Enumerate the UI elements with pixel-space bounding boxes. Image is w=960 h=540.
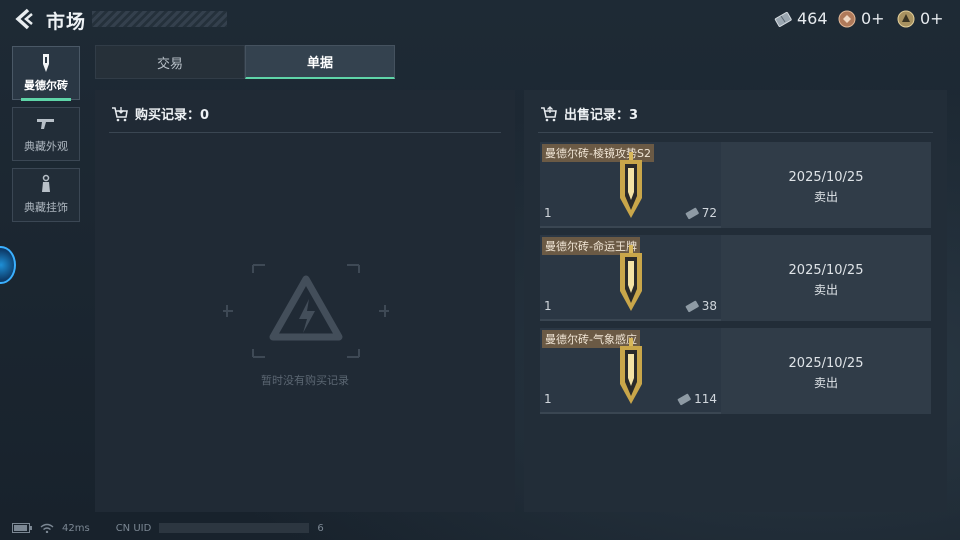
sidebar-item-label: 典藏挂饰: [24, 201, 68, 214]
ticket-icon: [677, 393, 691, 406]
purchase-records-header: 购买记录：0: [111, 104, 209, 123]
sale-date: 2025/10/25: [788, 356, 864, 371]
sale-date: 2025/10/25: [788, 263, 864, 278]
item-price: 114: [677, 392, 717, 406]
item-thumbnail: 曼德尔砖-气象感应 1 114: [540, 328, 721, 414]
sale-record-card[interactable]: 曼德尔砖-棱镜攻势S2 1 72 2025/10/25 卖出: [540, 142, 931, 228]
status-footer: 42ms CN UID 6: [12, 521, 324, 535]
back-arrow-icon: [15, 8, 33, 30]
coin-icon: [897, 10, 915, 27]
brick-icon: [43, 54, 49, 72]
sale-records-title: 出售记录：3: [564, 108, 639, 123]
sidebar-item-label: 典藏外观: [24, 140, 68, 153]
sale-status: 卖出: [813, 376, 838, 390]
item-price: 38: [685, 299, 717, 313]
tab-trade[interactable]: 交易: [95, 45, 245, 79]
sidebar-item-mandel-brick[interactable]: 曼德尔砖: [12, 46, 80, 101]
battery-icon: [12, 523, 32, 533]
uid-tail: 6: [317, 522, 324, 534]
price-value: 38: [701, 299, 717, 313]
item-quantity: 1: [544, 299, 552, 313]
ticket-icon: [685, 207, 699, 220]
empty-state-logo-icon: [223, 264, 389, 358]
currency-value: 0+: [861, 9, 885, 28]
sale-info: 2025/10/25 卖出: [721, 142, 931, 228]
sale-record-card[interactable]: 曼德尔砖-气象感应 1 114 2025/10/25 卖出: [540, 328, 931, 414]
mandel-brick-icon: [620, 245, 642, 311]
sale-records-header: 出售记录：3: [540, 104, 638, 123]
sale-status: 卖出: [813, 190, 838, 204]
uid-label: CN UID: [115, 522, 152, 534]
item-quantity: 1: [544, 206, 552, 220]
currency-medals[interactable]: 0+: [838, 9, 885, 28]
purchase-records-title: 购买记录：0: [135, 108, 210, 123]
tab-bar: 交易 单据: [95, 45, 395, 79]
page-title: 市场: [46, 11, 87, 33]
medal-icon: [838, 10, 856, 27]
item-price: 72: [685, 206, 717, 220]
item-thumbnail: 曼德尔砖-棱镜攻势S2 1 72: [540, 142, 721, 228]
top-bar: 市场 464 0+ 0+: [0, 0, 960, 38]
sale-status: 卖出: [813, 283, 838, 297]
sidebar-item-collection-charms[interactable]: 典藏挂饰: [12, 168, 80, 222]
currency-value: 0+: [920, 9, 944, 28]
purchase-records-panel: 购买记录：0 暂时没有购买记录: [95, 90, 515, 512]
price-value: 114: [694, 392, 717, 406]
gun-icon: [37, 119, 54, 129]
sale-info: 2025/10/25 卖出: [721, 328, 931, 414]
divider: [109, 132, 501, 133]
charm-icon: [42, 174, 50, 192]
item-quantity: 1: [544, 392, 552, 406]
sidebar-item-label: 曼德尔砖: [24, 79, 68, 92]
sale-info: 2025/10/25 卖出: [721, 235, 931, 321]
uid-redacted: [159, 523, 310, 533]
tab-orders[interactable]: 单据: [245, 45, 395, 79]
title-decoration: [92, 11, 227, 27]
empty-state-text: 暂时没有购买记录: [261, 374, 349, 387]
currency-tickets[interactable]: 464: [774, 9, 828, 28]
currency-value: 464: [797, 9, 828, 28]
price-value: 72: [701, 206, 717, 220]
item-thumbnail: 曼德尔砖-命运王牌 1 38: [540, 235, 721, 321]
sale-record-card[interactable]: 曼德尔砖-命运王牌 1 38 2025/10/25 卖出: [540, 235, 931, 321]
ticket-icon: [685, 300, 699, 313]
cart-icon: [112, 106, 128, 121]
sale-date: 2025/10/25: [788, 170, 864, 185]
sidebar-item-collection-skins[interactable]: 典藏外观: [12, 107, 80, 161]
divider: [538, 132, 933, 133]
currency-coins[interactable]: 0+: [897, 9, 944, 28]
ticket-icon: [774, 11, 792, 27]
wifi-icon: [40, 523, 54, 533]
mandel-brick-icon: [620, 152, 642, 218]
sale-records-panel: 出售记录：3 曼德尔砖-棱镜攻势S2 1 72 2025/10/25 卖出 曼德…: [524, 90, 947, 512]
ping-value: 42ms: [62, 522, 90, 534]
back-button[interactable]: [12, 8, 36, 30]
mandel-brick-icon: [620, 338, 642, 404]
cart-upload-icon: [541, 105, 557, 121]
